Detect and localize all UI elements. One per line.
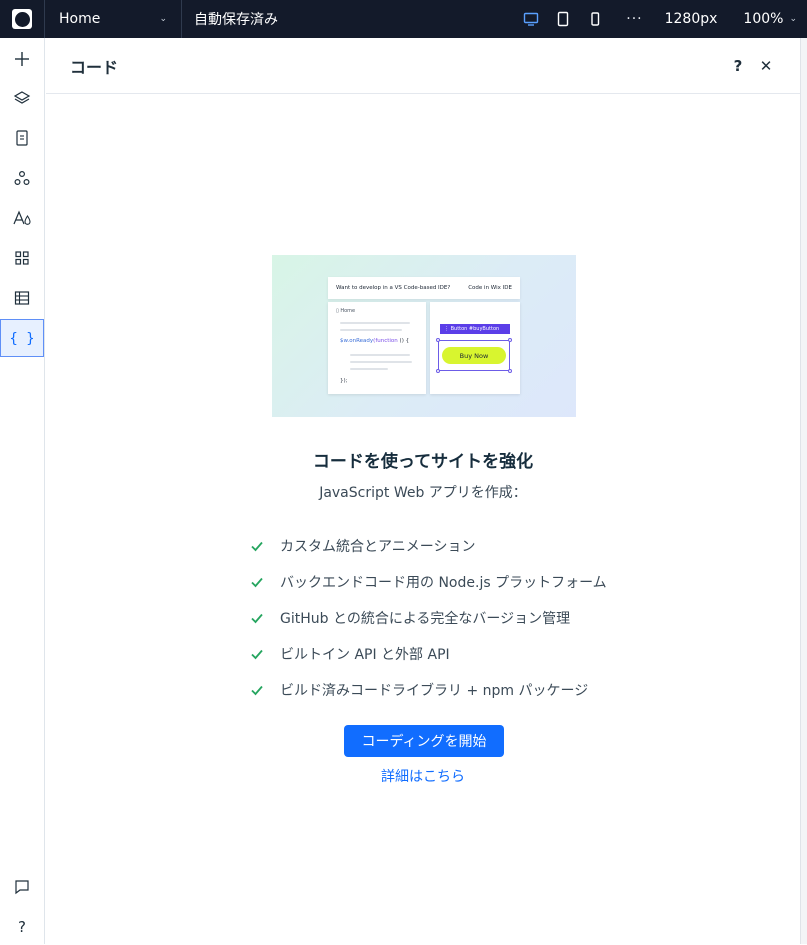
zoom-selector[interactable]: 100% ⌄ — [743, 11, 797, 27]
hero-illustration: Want to develop in a VS Code-based IDE? … — [272, 255, 576, 417]
layers-icon[interactable] — [0, 79, 44, 117]
element-tag: ⋮ Button #buyButton — [440, 324, 510, 334]
page-selector-label: Home — [59, 11, 101, 27]
svg-text:?: ? — [18, 918, 26, 935]
desktop-icon[interactable] — [522, 10, 540, 28]
page-selector[interactable]: Home ⌄ — [44, 0, 182, 38]
top-bar: Home ⌄ 自動保存済み ··· 1280px 100% ⌄ — [0, 0, 807, 38]
close-icon[interactable]: ✕ — [756, 56, 776, 76]
mobile-icon[interactable] — [586, 10, 604, 28]
device-switcher — [522, 10, 604, 28]
check-icon — [250, 539, 264, 553]
svg-text:{ }: { } — [11, 331, 33, 347]
wix-logo-icon[interactable] — [0, 0, 44, 38]
feature-text: カスタム統合とアニメーション — [280, 539, 476, 555]
ide-promo-text: Want to develop in a VS Code-based IDE? — [336, 285, 451, 291]
check-icon — [250, 611, 264, 625]
code-end: }); — [340, 378, 348, 384]
feature-text: GitHub との統合による完全なバージョン管理 — [280, 611, 571, 627]
feature-text: ビルトイン API と外部 API — [280, 647, 450, 663]
code-line: $w.onReady(function () { — [340, 338, 410, 344]
list-item: カスタム統合とアニメーション — [250, 528, 670, 564]
plus-icon[interactable] — [0, 40, 44, 78]
canvas-width-value[interactable]: 1280px — [665, 11, 718, 27]
panel-title: コード — [70, 57, 119, 77]
chevron-down-icon: ⌄ — [789, 14, 797, 24]
zoom-value: 100% — [743, 11, 784, 27]
home-label: ▯ Home — [336, 308, 356, 314]
check-icon — [250, 575, 264, 589]
help-icon[interactable]: ? — [0, 907, 44, 945]
button-preview-card: ⋮ Button #buyButton Buy Now — [430, 302, 520, 394]
start-coding-button[interactable]: コーディングを開始 — [344, 725, 504, 757]
ide-promo-action: Code in Wix IDE — [468, 285, 512, 291]
check-icon — [250, 647, 264, 661]
chevron-down-icon: ⌄ — [159, 14, 167, 24]
list-item: バックエンドコード用の Node.js プラットフォーム — [250, 564, 670, 600]
code-icon[interactable]: { } — [0, 319, 44, 357]
table-icon[interactable] — [0, 279, 44, 317]
list-item: ビルトイン API と外部 API — [250, 636, 670, 672]
feature-text: バックエンドコード用の Node.js プラットフォーム — [280, 575, 607, 591]
list-item: ビルド済みコードライブラリ + npm パッケージ — [250, 672, 670, 708]
ide-promo-card: Want to develop in a VS Code-based IDE? … — [328, 277, 520, 299]
check-icon — [250, 683, 264, 697]
feature-list: カスタム統合とアニメーション バックエンドコード用の Node.js プラットフ… — [250, 528, 670, 708]
buy-now-button-preview: Buy Now — [442, 347, 506, 364]
left-toolbar: { } ? — [0, 38, 45, 944]
chat-icon[interactable] — [0, 868, 44, 906]
code-panel: コード ? ✕ Want to develop in a VS Code-bas… — [46, 38, 800, 944]
list-item: GitHub との統合による完全なバージョン管理 — [250, 600, 670, 636]
widgets-icon[interactable] — [0, 239, 44, 277]
learn-more-link-text[interactable]: 詳細はこちら — [381, 769, 465, 785]
learn-more-link: 詳細はこちら — [46, 766, 800, 786]
tablet-icon[interactable] — [554, 10, 572, 28]
canvas-edge — [800, 38, 807, 944]
feature-text: ビルド済みコードライブラリ + npm パッケージ — [280, 683, 589, 699]
panel-heading: コードを使ってサイトを強化 — [312, 452, 534, 472]
panel-subheading: JavaScript Web アプリを作成： — [319, 485, 527, 501]
apps-icon[interactable] — [0, 159, 44, 197]
help-icon[interactable]: ? — [728, 56, 748, 76]
code-editor-card: ▯ Home $w.onReady(function () { }); — [328, 302, 426, 394]
panel-header: コード ? ✕ — [46, 38, 800, 94]
page-icon[interactable] — [0, 119, 44, 157]
theme-icon[interactable] — [0, 199, 44, 237]
autosave-status: 自動保存済み — [194, 12, 278, 28]
more-options-icon[interactable]: ··· — [626, 11, 642, 27]
